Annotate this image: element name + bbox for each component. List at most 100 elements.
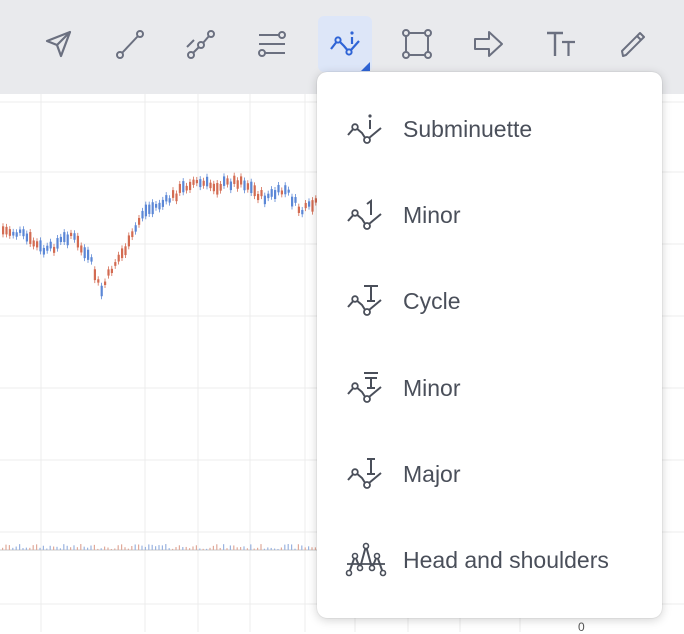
volume-bar [8, 545, 10, 550]
volume-bar [117, 545, 119, 550]
elliott-wave-icon [330, 31, 360, 56]
volume-bar [148, 544, 150, 550]
volume-bar [42, 545, 44, 550]
candle-body [121, 248, 124, 259]
multi-point-line-icon [186, 30, 215, 59]
volume-bar [76, 547, 78, 550]
volume-bar [311, 547, 313, 550]
candle-body [243, 180, 246, 191]
candle-body [301, 209, 304, 215]
candle-body [117, 254, 120, 262]
candle-body [53, 246, 56, 253]
candle-body [168, 198, 171, 203]
volume-bar [59, 548, 61, 550]
volume-bar [168, 548, 170, 550]
volume-bar [73, 545, 75, 550]
candle-body [199, 179, 202, 188]
volume-bar [260, 544, 262, 550]
multi-line-tool-button[interactable] [174, 16, 228, 72]
volume-bar [97, 548, 99, 550]
volume-bar [182, 547, 184, 550]
volume-bar [206, 548, 208, 550]
brush-tool-button[interactable] [606, 16, 660, 72]
menu-item-label: Major [403, 460, 461, 487]
candle-body [280, 190, 283, 195]
cursor-tool-button[interactable] [32, 16, 86, 72]
candle-body [5, 226, 8, 235]
volume-bar [36, 544, 38, 550]
volume-bar [66, 545, 68, 550]
candle-body [80, 245, 83, 253]
volume-bar [138, 544, 140, 550]
rectangle-tool-button[interactable] [390, 16, 444, 72]
menu-item-minor[interactable]: Minor [317, 357, 662, 419]
menu-item-major[interactable]: Major [317, 443, 662, 505]
menu-item-head-and-shoulders[interactable]: Head and shoulders [317, 529, 662, 591]
candle-body [260, 190, 263, 197]
volume-bar [178, 545, 180, 550]
candle-body [70, 232, 73, 237]
arrow-shape-icon [474, 31, 503, 57]
arrow-tool-button[interactable] [461, 16, 515, 72]
fib-tool-button[interactable] [245, 16, 299, 72]
volume-bar [12, 547, 14, 550]
volume-bar [5, 544, 7, 550]
candle-body [209, 182, 212, 189]
candle-body [59, 236, 62, 243]
volume-bar [212, 545, 214, 550]
volume-bar [22, 548, 24, 550]
wave-major-icon [347, 458, 382, 489]
volume-bar [294, 548, 296, 550]
candle-body [165, 195, 168, 202]
candle-body [100, 285, 103, 297]
candle-body [8, 229, 11, 236]
elliott-wave-tool-button[interactable] [318, 16, 372, 72]
volume-bar [90, 545, 92, 550]
volume-bar [277, 548, 279, 550]
volume-bar [236, 547, 238, 550]
volume-bar [93, 544, 95, 550]
candle-body [87, 249, 90, 260]
volume-series [2, 544, 316, 550]
candle-body [66, 234, 69, 246]
candle-body [46, 245, 49, 251]
volume-bar [19, 544, 21, 550]
volume-bar [297, 544, 299, 550]
volume-bar [185, 546, 187, 550]
volume-bar [29, 547, 31, 550]
candle-body [63, 232, 66, 243]
menu-item-cycle[interactable]: Cycle [317, 270, 662, 332]
candle-body [144, 204, 147, 217]
candle-body [294, 197, 297, 203]
volume-bar [209, 547, 211, 550]
candle-body [49, 241, 52, 249]
volume-bar [223, 544, 225, 550]
rectangle-shape-icon [402, 29, 432, 59]
candle-body [104, 281, 107, 286]
candle-body [151, 202, 154, 215]
candle-body [161, 199, 164, 207]
candle-body [76, 235, 79, 248]
candle-body [304, 202, 307, 209]
volume-bar [257, 547, 259, 550]
candle-body [42, 247, 45, 255]
menu-item-minor-numeric[interactable]: Minor [317, 184, 662, 246]
brush-icon [621, 32, 645, 57]
candle-body [223, 176, 226, 186]
candle-body [36, 241, 39, 248]
candle-body [131, 231, 134, 238]
volume-bar [202, 548, 204, 550]
candle-body [32, 240, 35, 247]
menu-item-label: Subminuette [403, 115, 533, 142]
volume-bar [46, 548, 48, 550]
candle-body [284, 185, 287, 195]
volume-bar [263, 548, 265, 550]
candlestick-series [2, 172, 317, 300]
trend-line-tool-button[interactable] [103, 16, 157, 72]
volume-bar [274, 548, 276, 550]
volume-bar [280, 547, 282, 550]
text-tool-button[interactable] [534, 16, 588, 72]
menu-item-subminuette[interactable]: Subminuette [317, 98, 662, 160]
candle-body [189, 181, 192, 191]
volume-bar [144, 546, 146, 550]
